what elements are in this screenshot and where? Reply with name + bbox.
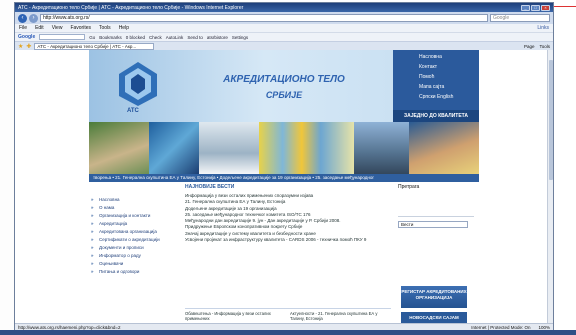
tab-current[interactable]: АТС - Акредитационо тело Србије | АТС - …	[34, 42, 155, 50]
news-item[interactable]: Усвојени пројекат за инфраструктуру квал…	[185, 237, 391, 243]
news-footer: Обавештења - Информација у вези осталих …	[185, 308, 391, 321]
minimize-button[interactable]: _	[521, 4, 530, 11]
accredited-registry-banner[interactable]: РЕГИСТАР АКРЕДИТОВАНИХ ОРГАНИЗАЦИЈА	[401, 286, 467, 308]
scrollbar-thumb[interactable]	[549, 60, 553, 180]
left-nav-item[interactable]: Питања и одговори	[89, 268, 181, 276]
header-nav-home[interactable]: Насловна	[419, 54, 479, 60]
news-ticker: творења • 21. Генерална скупштина ЕА у Т…	[89, 174, 479, 182]
google-toolbar: Google Go Bookmarks 0 blocked Check Auto…	[15, 32, 553, 41]
search-input[interactable]: Google	[490, 14, 550, 22]
photo-plant	[89, 122, 149, 174]
forward-icon[interactable]: ›	[29, 13, 38, 23]
photo-factory	[354, 122, 409, 174]
ats-logo-icon	[119, 62, 157, 106]
browser-window: АТС - Акредитационо тело Србије | АТС - …	[14, 2, 554, 332]
menu-bar: File Edit View Favorites Tools Help Link…	[15, 24, 553, 32]
left-nav-item[interactable]: Информатор о раду	[89, 252, 181, 260]
news-select[interactable]: Вести	[398, 221, 468, 228]
divider	[398, 216, 474, 217]
popup-blocked-button[interactable]: 0 blocked	[126, 35, 145, 40]
news-heading: НАЈНОВИЈЕ ВЕСТИ	[185, 184, 235, 190]
website: ATC АКРЕДИТАЦИОНО ТЕЛО СРБИЈЕ Насловна К…	[89, 50, 479, 323]
menu-tools[interactable]: Tools	[99, 25, 111, 31]
bookmarks-button[interactable]: Bookmarks	[99, 35, 122, 40]
favorites-star-icon[interactable]: ★	[18, 43, 23, 50]
close-button[interactable]: ×	[541, 4, 550, 11]
profile-button[interactable]: atsrbistore	[207, 35, 228, 40]
news-footer-current[interactable]: Актуелности - 21. Генерална скупштина ЕА…	[290, 311, 391, 321]
header-nav-sitemap[interactable]: Мапа сајта	[419, 84, 479, 90]
left-nav-item[interactable]: Документи и прописи	[89, 244, 181, 252]
send-to-button[interactable]: Send to	[187, 35, 203, 40]
site-title: АКРЕДИТАЦИОНО ТЕЛО	[223, 74, 345, 85]
back-icon[interactable]: ‹	[18, 13, 27, 23]
url-input[interactable]: http://www.ats.org.rs/	[40, 14, 488, 22]
header-nav-help[interactable]: Помоћ	[419, 74, 479, 80]
left-nav-item[interactable]: Сертификати о акредитацији	[89, 236, 181, 244]
autolink-button[interactable]: AutoLink	[166, 35, 184, 40]
photo-strip	[89, 122, 479, 174]
left-nav-item[interactable]: О нама	[89, 204, 181, 212]
site-header: ATC АКРЕДИТАЦИОНО ТЕЛО СРБИЈЕ Насловна К…	[89, 50, 479, 122]
google-logo: Google	[18, 34, 36, 40]
menu-edit[interactable]: Edit	[35, 25, 44, 31]
right-column: Претрага Вести РЕГИСТАР АКРЕДИТОВАНИХ ОР…	[395, 182, 479, 323]
photo-test-tubes	[259, 122, 354, 174]
menu-favorites[interactable]: Favorites	[70, 25, 91, 31]
address-bar: ‹ › http://www.ats.org.rs/ Google	[15, 12, 553, 24]
windows-taskbar	[0, 330, 576, 335]
window-title: АТС - Акредитационо тело Србије | АТС - …	[18, 4, 244, 11]
title-bar: АТС - Акредитационо тело Србије | АТС - …	[15, 3, 553, 12]
google-search-input[interactable]	[39, 34, 86, 40]
search-heading: Претрага	[398, 184, 420, 190]
news-footer-notices[interactable]: Обавештења - Информација у вези осталих …	[185, 311, 286, 321]
latest-news: НАЈНОВИЈЕ ВЕСТИ Информација у вези остал…	[181, 182, 395, 323]
vertical-scrollbar[interactable]	[547, 50, 553, 323]
menu-view[interactable]: View	[52, 25, 63, 31]
novi-sad-fair-banner[interactable]: НОВОСАДСКИ САЈАМ	[401, 312, 467, 323]
header-nav-contact[interactable]: Контакт	[419, 64, 479, 70]
spell-check-button[interactable]: Check	[149, 35, 162, 40]
tab-bar: ★ ✚ АТС - Акредитационо тело Србије | АТ…	[15, 41, 553, 50]
photo-hand-capsules	[409, 122, 479, 174]
site-subtitle: СРБИЈЕ	[265, 90, 303, 100]
logo-text: ATC	[127, 108, 139, 114]
left-nav-item[interactable]: Насловна	[89, 196, 181, 204]
left-nav-item[interactable]: Оцењивачи	[89, 260, 181, 268]
links-label[interactable]: Links	[537, 25, 549, 31]
google-go-button[interactable]: Go	[89, 35, 95, 40]
photo-circuit	[149, 122, 199, 174]
menu-file[interactable]: File	[19, 25, 27, 31]
menu-help[interactable]: Help	[119, 25, 129, 31]
tools-menu[interactable]: Tools	[539, 44, 550, 49]
settings-button[interactable]: Settings	[232, 35, 248, 40]
add-favorite-icon[interactable]: ✚	[26, 43, 31, 50]
left-nav-item[interactable]: Организација и контакти	[89, 212, 181, 220]
page-menu[interactable]: Page	[524, 44, 535, 49]
motto-banner: ЗАЈЕДНО ДО КВАЛИТЕТА	[393, 110, 479, 122]
photo-lab-worker	[199, 122, 259, 174]
left-nav-item[interactable]: Акредитација	[89, 220, 181, 228]
left-navigation: Насловна О нама Организација и контакти …	[89, 182, 181, 323]
left-nav-item[interactable]: Акредитована организација	[89, 228, 181, 236]
maximize-button[interactable]: □	[531, 4, 540, 11]
photo-frame-left	[0, 0, 14, 335]
photo-frame-right	[566, 0, 576, 335]
language-switch[interactable]: Српски English	[419, 94, 453, 100]
page-viewport: ATC АКРЕДИТАЦИОНО ТЕЛО СРБИЈЕ Насловна К…	[15, 50, 553, 323]
